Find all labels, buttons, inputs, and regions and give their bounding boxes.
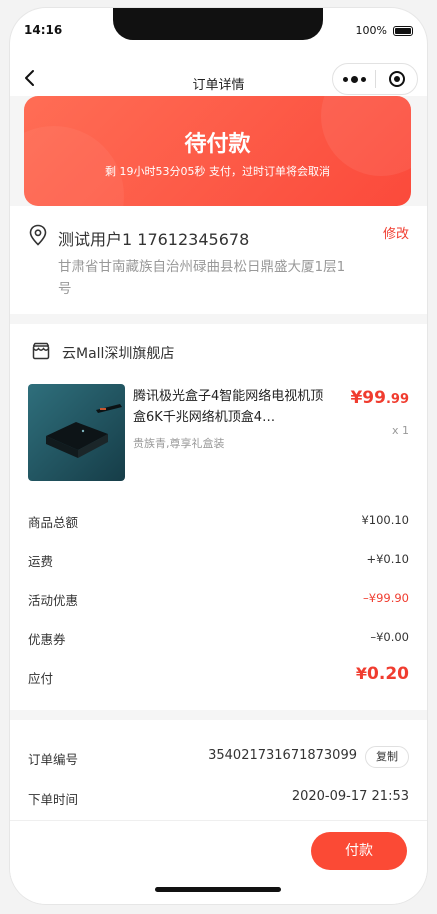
home-indicator: [155, 887, 281, 892]
battery-percent: 100%: [355, 24, 387, 37]
shipping-row: 运费 +¥0.10: [28, 551, 409, 571]
product-image[interactable]: [28, 384, 125, 481]
copy-order-number-button[interactable]: 复制: [365, 746, 409, 768]
goods-total-value: ¥100.10: [361, 513, 409, 527]
product-price-decimal: .99: [385, 392, 409, 407]
mini-program-capsule: [332, 63, 418, 95]
address-detail: 甘肃省甘南藏族自治州碌曲县松日鼎盛大厦1层1号: [58, 259, 346, 297]
goods-total-label: 商品总额: [28, 515, 79, 530]
product-price: ¥99.99: [350, 388, 409, 408]
battery-icon: [393, 25, 413, 36]
shipping-label: 运费: [28, 554, 54, 569]
page-content: 待付款 剩 19小时53分05秒 支付，过时订单将会取消 测试用户1 17612…: [10, 96, 427, 904]
order-info-section: 订单编号 354021731671873099 复制 下单时间 2020-09-…: [10, 720, 427, 820]
order-status-title: 待付款: [184, 132, 251, 157]
notch: [113, 8, 323, 40]
promo-row: 活动优惠 –¥99.90: [28, 590, 409, 610]
product-quantity: x 1: [391, 424, 409, 437]
payable-value: ¥0.20: [356, 664, 409, 684]
product-price-main: ¥99: [350, 388, 386, 408]
navbar: 订单详情: [10, 56, 427, 100]
payable-label: 应付: [28, 671, 54, 686]
product-title[interactable]: 腾讯极光盒子4智能网络电视机顶盒6K千兆网络机顶盒4…: [133, 386, 333, 428]
coupon-row[interactable]: 优惠券 –¥0.00: [28, 629, 409, 649]
shipping-value: +¥0.10: [366, 552, 409, 566]
order-status-card: 待付款 剩 19小时53分05秒 支付，过时订单将会取消: [24, 96, 411, 206]
goods-total-row: 商品总额 ¥100.10: [28, 512, 409, 532]
order-number-label: 订单编号: [28, 752, 79, 767]
edit-address-link[interactable]: 修改: [383, 223, 409, 242]
shop-name[interactable]: 云Mall深圳旗舰店: [62, 343, 174, 363]
order-time-label: 下单时间: [28, 792, 79, 807]
payable-amount: 0.20: [367, 664, 409, 684]
product-spec: 贵族青,尊享礼盒装: [133, 437, 225, 450]
payment-countdown: 剩 19小时53分05秒 支付，过时订单将会取消: [105, 165, 330, 178]
bottom-action-bar: 付款: [10, 820, 427, 904]
order-items-section: 云Mall深圳旗舰店 腾讯极光盒子4智能网络电视机顶盒6K千兆网络机顶盒4… 贵…: [10, 324, 427, 710]
status-right: 100%: [356, 24, 413, 37]
order-time-value: 2020-09-17 21:53: [291, 789, 409, 804]
phone-frame: 14:16 100% 订单详情 待付款 剩 19小时53分05秒 支付，过时订单…: [10, 8, 427, 904]
payable-row: 应付 ¥0.20: [28, 664, 409, 688]
store-icon: [32, 342, 50, 360]
pay-button[interactable]: 付款: [311, 832, 407, 870]
order-number-value: 354021731671873099: [208, 748, 357, 763]
more-icon[interactable]: [333, 75, 375, 83]
recipient-name-phone: 测试用户1 17612345678: [58, 230, 250, 249]
order-time-row: 下单时间 2020-09-17 21:53: [28, 789, 409, 809]
location-pin-icon: [29, 224, 47, 246]
promo-label: 活动优惠: [28, 593, 79, 608]
payable-currency: ¥: [355, 664, 368, 683]
coupon-value: –¥0.00: [370, 630, 409, 644]
close-program-icon[interactable]: [376, 71, 417, 87]
address-section[interactable]: 测试用户1 17612345678 修改 甘肃省甘南藏族自治州碌曲县松日鼎盛大厦…: [10, 206, 427, 314]
promo-value: –¥99.90: [363, 591, 409, 605]
status-time: 14:16: [24, 23, 63, 37]
coupon-label: 优惠券: [28, 632, 66, 647]
